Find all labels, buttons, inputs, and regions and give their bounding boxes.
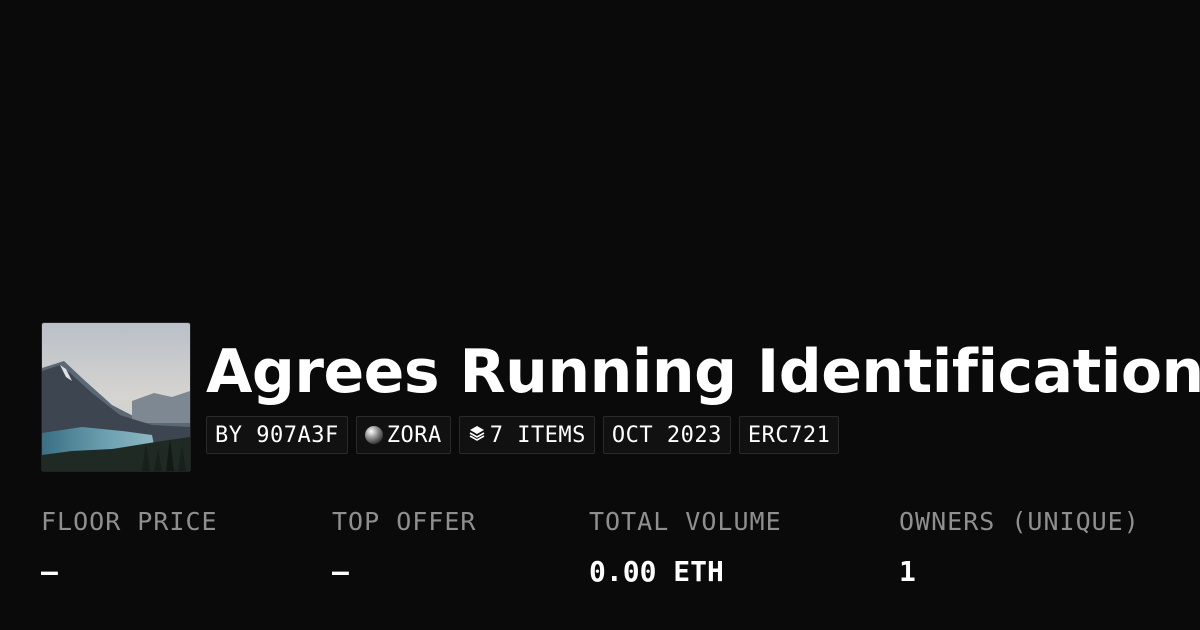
zora-orb-icon xyxy=(364,426,383,444)
collection-thumbnail xyxy=(41,322,191,472)
standard-label: ERC721 xyxy=(747,422,831,448)
network-tag[interactable]: ZORA xyxy=(355,416,451,454)
collection-stats: FLOOR PRICE – TOP OFFER – TOTAL VOLUME 0… xyxy=(0,506,1200,606)
stat-value: – xyxy=(332,555,349,588)
creator-tag[interactable]: BY 907A3F xyxy=(206,416,348,454)
date-tag: OCT 2023 xyxy=(602,416,731,454)
layers-icon xyxy=(468,423,486,448)
network-label: ZORA xyxy=(386,422,442,448)
stat-total-volume: TOTAL VOLUME 0.00 ETH xyxy=(589,506,782,590)
stat-top-offer: TOP OFFER – xyxy=(332,506,476,590)
items-label: 7 ITEMS xyxy=(489,422,586,448)
date-label: OCT 2023 xyxy=(611,422,722,448)
stat-label: FLOOR PRICE xyxy=(41,507,218,536)
creator-label: BY 907A3F xyxy=(215,422,339,448)
items-tag[interactable]: 7 ITEMS xyxy=(458,416,595,454)
stat-label: TOTAL VOLUME xyxy=(589,507,782,536)
stat-value: 1 xyxy=(899,555,916,588)
landscape-image xyxy=(42,323,190,471)
standard-tag: ERC721 xyxy=(738,416,840,454)
stat-value: – xyxy=(41,555,58,588)
collection-tags: BY 907A3F ZORA 7 ITEMS OCT 2023 ERC721 xyxy=(206,416,840,454)
stat-owners: OWNERS (UNIQUE) 1 xyxy=(899,506,1140,590)
stat-label: OWNERS (UNIQUE) xyxy=(899,507,1140,536)
stat-label: TOP OFFER xyxy=(332,507,477,536)
stat-value: 0.00 ETH xyxy=(589,555,724,588)
stat-floor-price: FLOOR PRICE – xyxy=(41,506,218,590)
collection-title: Agrees Running Identification xyxy=(206,337,1200,407)
